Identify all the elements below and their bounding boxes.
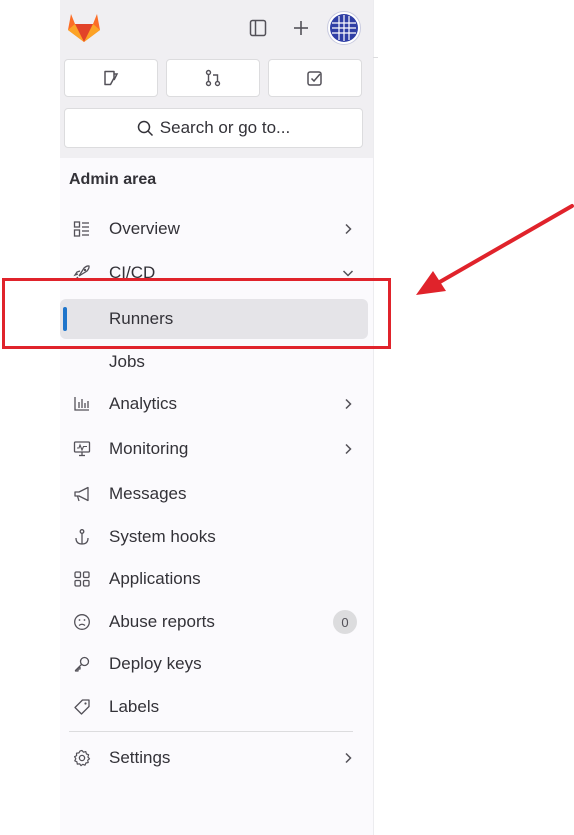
chart-icon — [72, 394, 92, 414]
applications-icon — [72, 569, 92, 589]
section-title: Admin area — [69, 171, 157, 188]
search-label: Search or go to... — [159, 118, 291, 137]
todo-icon — [306, 69, 324, 87]
merge-requests-button[interactable] — [166, 59, 260, 97]
nav-label: Deploy keys — [109, 654, 202, 673]
plus-icon[interactable] — [290, 17, 312, 39]
sad-face-icon — [72, 612, 92, 632]
nav-label: Applications — [109, 569, 201, 588]
nav-label: Labels — [109, 697, 160, 716]
nav-item-abuse-reports[interactable]: Abuse reports 0 — [60, 602, 368, 642]
nav-item-overview[interactable]: Overview — [60, 209, 368, 249]
search-button[interactable]: Search or go to... — [64, 108, 363, 148]
monitor-icon — [72, 439, 92, 459]
merge-request-icon — [204, 69, 222, 87]
gear-icon — [72, 748, 92, 768]
megaphone-icon — [72, 484, 92, 504]
chevron-right-icon — [340, 220, 356, 238]
highlight-box — [2, 278, 391, 349]
anchor-icon — [72, 527, 92, 547]
nav-label: Overview — [109, 219, 180, 238]
chevron-right-icon — [340, 395, 356, 413]
label-icon — [72, 697, 92, 717]
nav-item-labels[interactable]: Labels — [60, 687, 368, 727]
nav-item-settings[interactable]: Settings — [60, 738, 368, 778]
overview-icon — [72, 219, 92, 239]
nav-item-messages[interactable]: Messages — [60, 474, 368, 514]
issues-button[interactable] — [64, 59, 158, 97]
nav-label: Abuse reports — [109, 612, 215, 631]
nav-item-deploy-keys[interactable]: Deploy keys — [60, 644, 368, 684]
search-icon — [137, 120, 154, 137]
todo-button[interactable] — [268, 59, 362, 97]
nav-divider — [69, 731, 353, 732]
nav-label: Settings — [109, 748, 171, 767]
key-icon — [72, 654, 92, 674]
nav-label: System hooks — [109, 527, 216, 546]
nav-item-analytics[interactable]: Analytics — [60, 384, 368, 424]
sidebar-toggle-icon[interactable] — [248, 18, 268, 38]
gitlab-logo-icon[interactable] — [67, 11, 101, 45]
count-badge: 0 — [333, 610, 357, 634]
user-avatar[interactable] — [327, 11, 361, 45]
nav-item-applications[interactable]: Applications — [60, 559, 368, 599]
nav-label: Monitoring — [109, 439, 189, 458]
chevron-right-icon — [340, 440, 356, 458]
nav-item-monitoring[interactable]: Monitoring — [60, 429, 368, 469]
nav-label: Jobs — [109, 352, 145, 371]
chevron-right-icon — [340, 749, 356, 767]
nav-item-system-hooks[interactable]: System hooks — [60, 517, 368, 557]
nav-label: Messages — [109, 484, 187, 503]
nav-label: Analytics — [109, 394, 178, 413]
issues-icon — [102, 69, 120, 87]
annotation-arrow-icon — [400, 195, 574, 300]
header-divider — [373, 57, 378, 58]
